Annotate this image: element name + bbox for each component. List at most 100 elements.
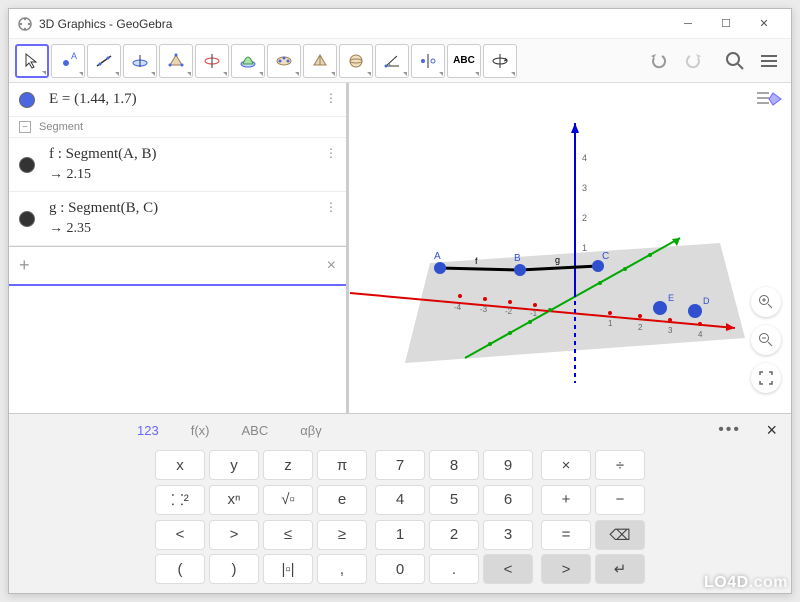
window-title: 3D Graphics - GeoGebra [39,17,669,31]
key-sqrt[interactable]: √▫ [263,485,313,515]
key-0[interactable]: 0 [375,554,425,584]
algebra-row-point-E[interactable]: E = (1.44, 1.7) ⋮ [9,83,346,117]
svg-text:C: C [602,251,609,262]
algebra-panel: E = (1.44, 1.7) ⋮ − Segment f : Segment(… [9,83,349,413]
key-mult[interactable]: × [541,450,591,480]
app-window: 3D Graphics - GeoGebra ─ ☐ ✕ A ABC E = (… [8,8,792,594]
minimize-button[interactable]: ─ [669,10,707,38]
tool-perpendicular[interactable] [123,44,157,78]
key-6[interactable]: 6 [483,485,533,515]
key-8[interactable]: 8 [429,450,479,480]
tool-circle[interactable] [195,44,229,78]
keyboard-grid: x y z π ⸬² xⁿ √▫ e < > ≤ ≥ ( ) |▫| , 7 8… [9,446,791,593]
tool-move[interactable] [15,44,49,78]
tool-rotate-view[interactable] [483,44,517,78]
collapse-icon[interactable]: − [19,121,31,133]
kb-close-button[interactable]: × [766,420,777,441]
svg-text:1: 1 [608,319,613,328]
visibility-toggle[interactable] [19,211,35,227]
tool-plane[interactable] [267,44,301,78]
close-button[interactable]: ✕ [745,10,783,38]
section-segment[interactable]: − Segment [9,117,346,138]
key-e[interactable]: e [317,485,367,515]
key-1[interactable]: 1 [375,520,425,550]
tool-pyramid[interactable] [303,44,337,78]
more-icon[interactable]: ⋮ [325,91,336,105]
kb-tab-123[interactable]: 123 [129,419,167,442]
key-gt[interactable]: > [209,520,259,550]
svg-text:4: 4 [698,330,703,339]
tool-text[interactable]: ABC [447,44,481,78]
key-7[interactable]: 7 [375,450,425,480]
key-3[interactable]: 3 [483,520,533,550]
key-z[interactable]: z [263,450,313,480]
key-lparen[interactable]: ( [155,554,205,584]
key-sq[interactable]: ⸬² [155,485,205,515]
plus-icon: + [19,255,30,276]
key-pow[interactable]: xⁿ [209,485,259,515]
tool-reflect[interactable] [411,44,445,78]
key-4[interactable]: 4 [375,485,425,515]
key-2[interactable]: 2 [429,520,479,550]
key-plus[interactable]: + [541,485,591,515]
visibility-toggle[interactable] [19,157,35,173]
toolbar: A ABC [9,39,791,83]
tool-line[interactable] [87,44,121,78]
svg-text:A: A [434,251,441,262]
zoom-out-button[interactable] [751,325,781,355]
key-le[interactable]: ≤ [263,520,313,550]
clear-icon[interactable]: × [327,257,336,275]
redo-button[interactable] [677,45,709,77]
kb-tab-abc[interactable]: ABC [233,419,276,442]
key-div[interactable]: ÷ [595,450,645,480]
svg-text:4: 4 [582,153,587,163]
menu-button[interactable] [753,45,785,77]
key-abs[interactable]: |▫| [263,554,313,584]
search-button[interactable] [719,45,751,77]
svg-text:-3: -3 [480,305,488,314]
svg-text:D: D [703,296,710,306]
algebra-row-segment-f[interactable]: f : Segment(A, B) → 2.15 ⋮ [9,138,346,192]
key-y[interactable]: y [209,450,259,480]
tool-sphere[interactable] [339,44,373,78]
algebra-row-segment-g[interactable]: g : Segment(B, C) → 2.35 ⋮ [9,192,346,246]
key-x[interactable]: x [155,450,205,480]
key-9[interactable]: 9 [483,450,533,480]
key-pi[interactable]: π [317,450,367,480]
svg-text:2: 2 [638,323,643,332]
titlebar: 3D Graphics - GeoGebra ─ ☐ ✕ [9,9,791,39]
key-left[interactable]: < [483,554,533,584]
tool-polygon[interactable] [159,44,193,78]
kb-tab-fx[interactable]: f(x) [183,419,218,442]
algebra-input-row[interactable]: + × [9,246,346,286]
key-rparen[interactable]: ) [209,554,259,584]
zoom-in-button[interactable] [751,287,781,317]
view-settings-button[interactable] [753,89,783,111]
svg-text:g: g [555,255,560,265]
key-right[interactable]: > [541,554,591,584]
key-eq[interactable]: = [541,520,591,550]
graphics-3d-view[interactable]: 4321 -4-3-2-11234 fg A B C E D [349,83,791,413]
key-comma[interactable]: , [317,554,367,584]
key-enter[interactable]: ↵ [595,554,645,584]
tool-point[interactable]: A [51,44,85,78]
3d-canvas[interactable]: 4321 -4-3-2-11234 fg A B C E D [349,83,791,413]
maximize-button[interactable]: ☐ [707,10,745,38]
tool-angle[interactable] [375,44,409,78]
key-dot[interactable]: . [429,554,479,584]
tool-intersect[interactable] [231,44,265,78]
kb-tab-greek[interactable]: αβγ [292,419,330,442]
key-5[interactable]: 5 [429,485,479,515]
key-backspace[interactable]: ⌫ [595,520,645,550]
fullscreen-button[interactable] [751,363,781,393]
key-lt[interactable]: < [155,520,205,550]
key-ge[interactable]: ≥ [317,520,367,550]
kb-more-button[interactable]: ••• [718,421,741,439]
key-minus[interactable]: − [595,485,645,515]
visibility-toggle[interactable] [19,92,35,108]
more-icon[interactable]: ⋮ [325,146,336,160]
point-definition: E = (1.44, 1.7) [49,91,137,108]
svg-text:E: E [668,293,674,303]
undo-button[interactable] [643,45,675,77]
more-icon[interactable]: ⋮ [325,200,336,214]
